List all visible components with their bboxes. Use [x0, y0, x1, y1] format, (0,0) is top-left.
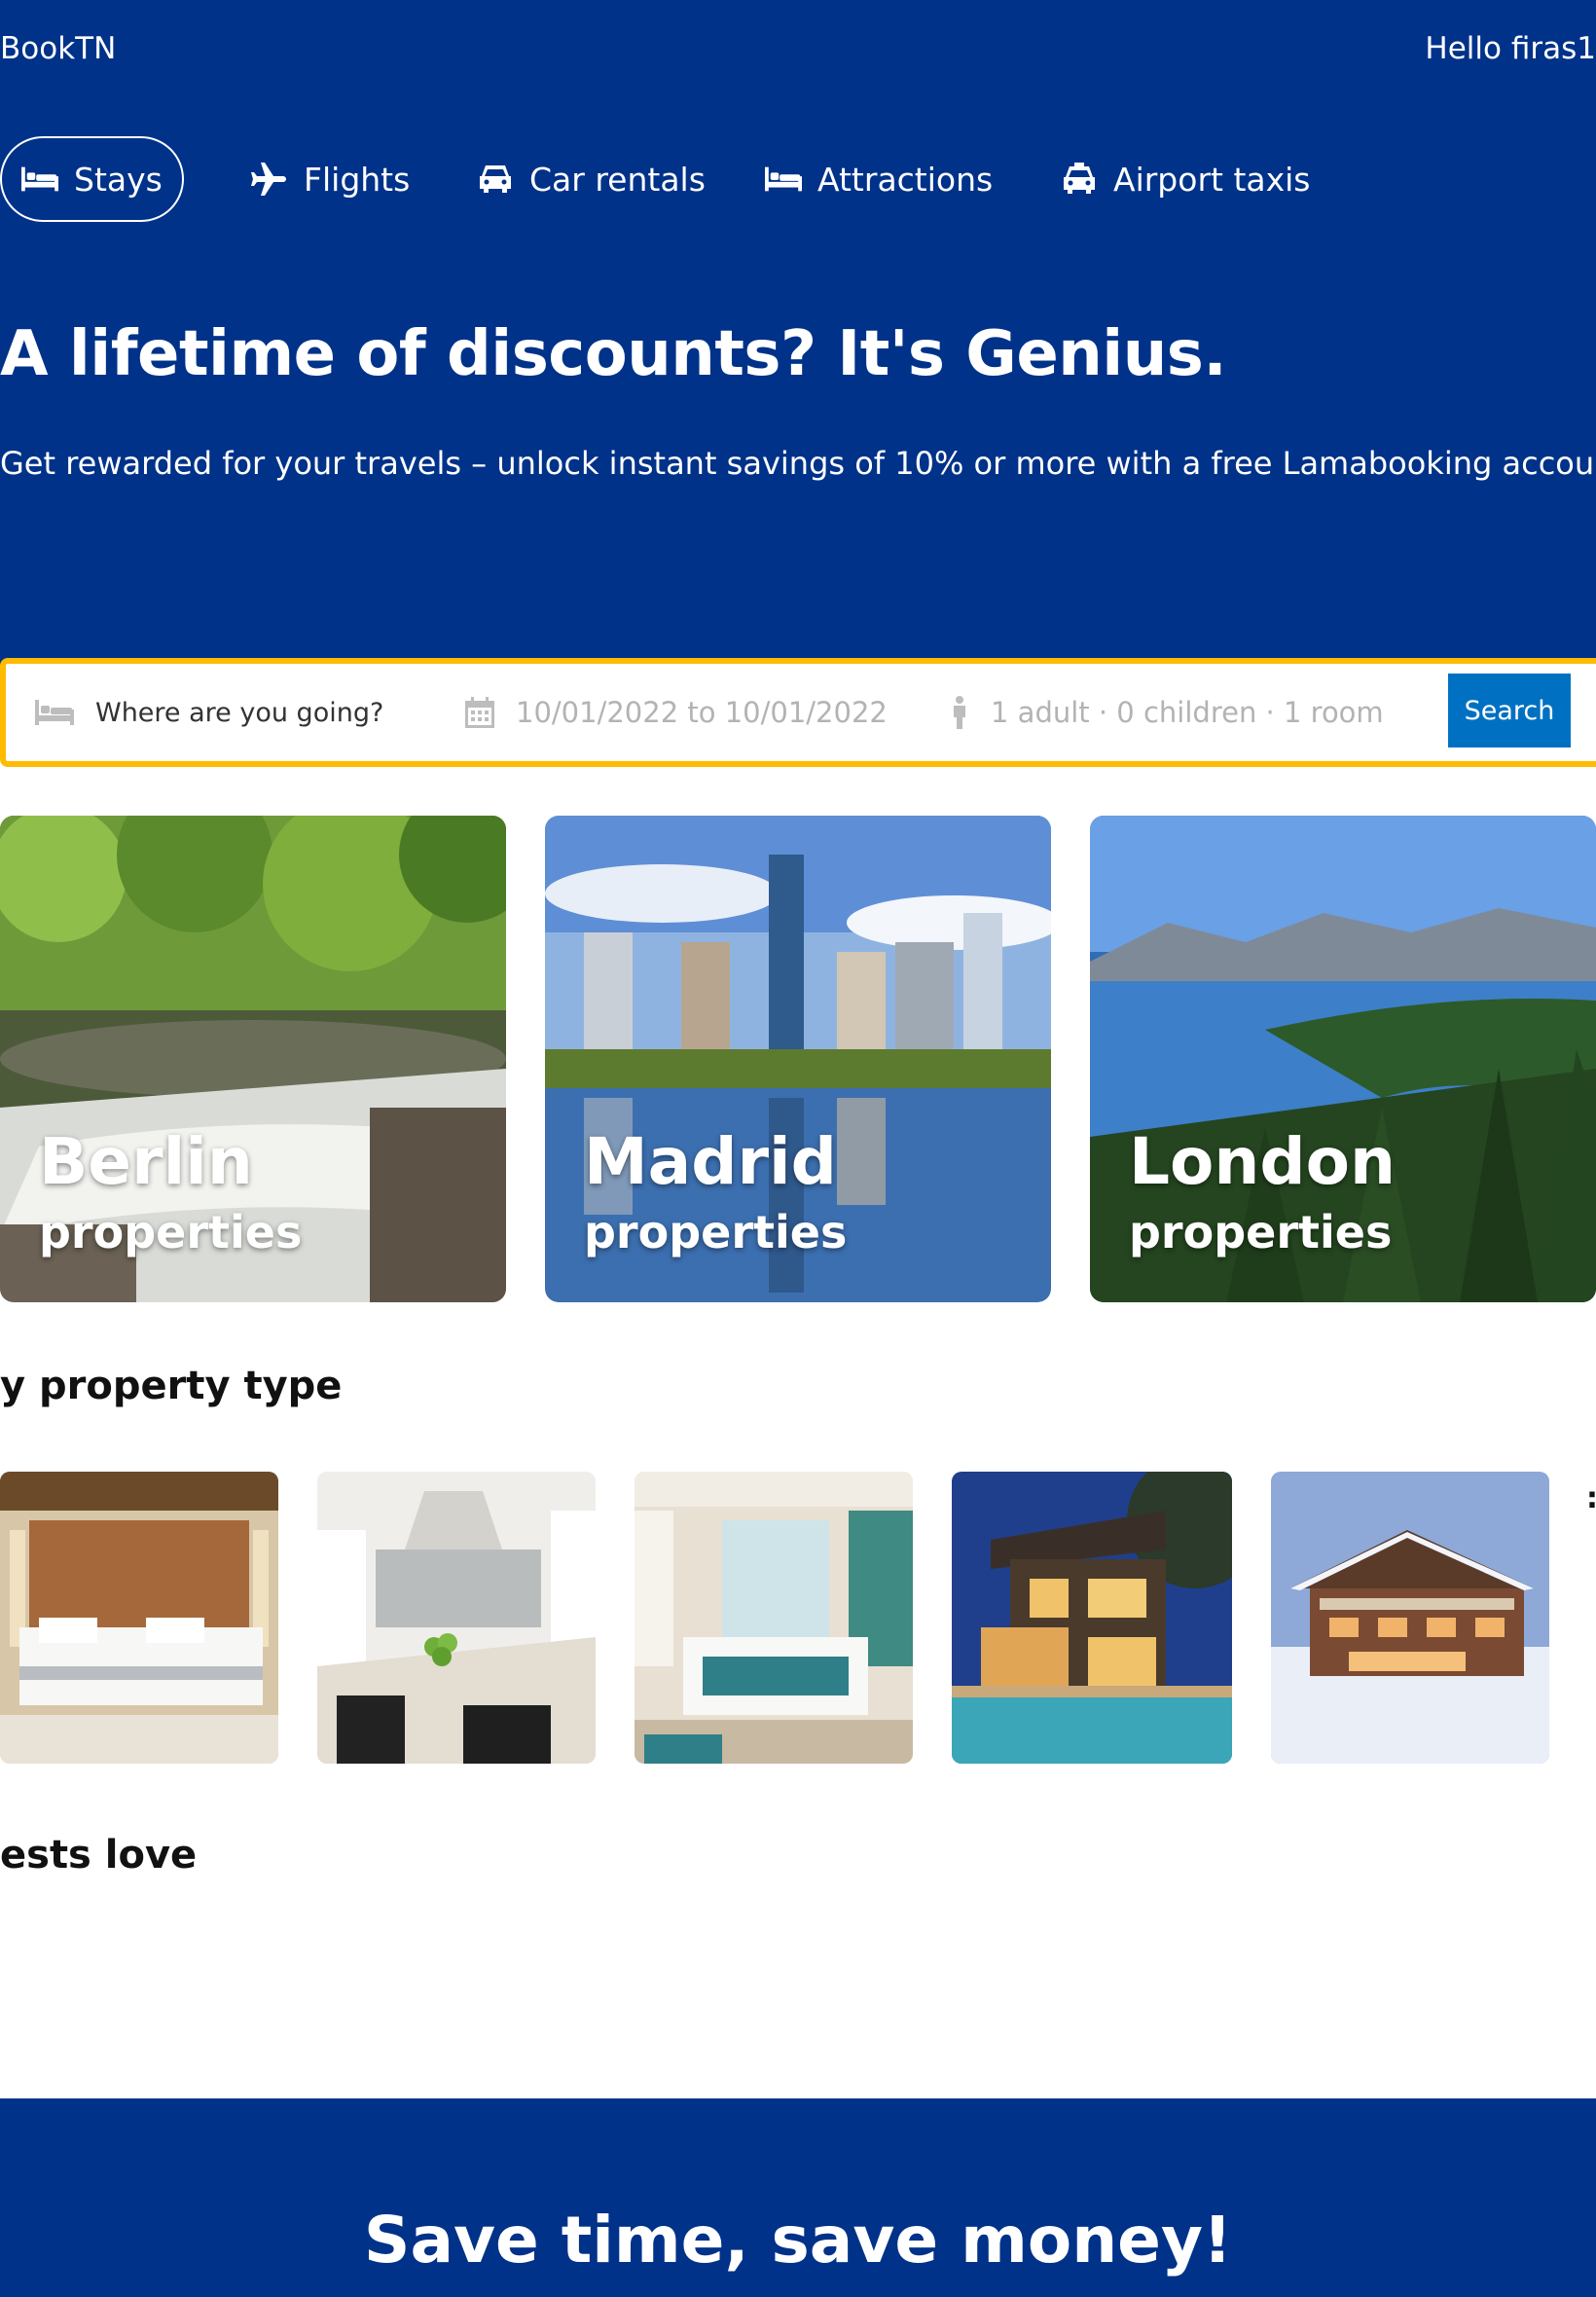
nav-label: Stays	[74, 160, 163, 199]
bed-icon	[35, 700, 74, 725]
city-subtitle: properties	[1129, 1206, 1393, 1258]
logo[interactable]: BookTN	[0, 29, 116, 68]
more-icon[interactable]: :	[1586, 1481, 1596, 1515]
property-type-card[interactable]	[952, 1472, 1232, 1764]
city-name: Berlin	[39, 1124, 253, 1199]
property-type-card[interactable]	[0, 1472, 278, 1764]
nav-item-stays[interactable]: Stays	[0, 136, 184, 222]
featured-card-berlin[interactable]: Berlin properties	[0, 816, 506, 1302]
plane-icon	[251, 161, 288, 198]
search-bar: Where are you going? 10/01/2022 to 10/01…	[0, 658, 1596, 767]
city-name: Madrid	[584, 1124, 837, 1199]
nav-label: Car rentals	[529, 160, 706, 199]
city-name: London	[1129, 1124, 1396, 1199]
guests-love-title: ests love	[0, 1833, 198, 1878]
nav-label: Attractions	[817, 160, 994, 199]
newsletter-title: Save time, save money!	[363, 2203, 1233, 2278]
property-type-card[interactable]	[1271, 1472, 1549, 1764]
nav-label: Airport taxis	[1113, 160, 1311, 199]
car-icon	[477, 161, 514, 198]
bed-icon	[21, 161, 58, 198]
city-subtitle: properties	[39, 1206, 303, 1258]
featured-card-madrid[interactable]: Madrid properties	[545, 816, 1051, 1302]
person-icon	[954, 696, 965, 729]
property-image	[635, 1472, 913, 1764]
guests-summary: 1 adult · 0 children · 1 room	[991, 696, 1384, 729]
nav-item-flights[interactable]: Flights	[251, 136, 410, 222]
property-image	[317, 1472, 596, 1764]
destination-field[interactable]: Where are you going?	[35, 664, 383, 761]
bed-icon	[765, 161, 802, 198]
property-type-card[interactable]	[635, 1472, 913, 1764]
header: BookTN Hello firas1 Stays Flights Car re…	[0, 0, 1596, 755]
property-type-title: y property type	[0, 1364, 343, 1408]
city-subtitle: properties	[584, 1206, 848, 1258]
search-button[interactable]: Search	[1448, 674, 1571, 747]
calendar-icon	[465, 697, 494, 728]
property-type-card[interactable]	[317, 1472, 596, 1764]
nav-bar: Stays Flights Car rentals Attractions Ai…	[0, 136, 1596, 222]
featured-card-london[interactable]: London properties	[1090, 816, 1596, 1302]
date-range: 10/01/2022 to 10/01/2022	[516, 696, 888, 729]
hero-subtitle: Get rewarded for your travels – unlock i…	[0, 445, 1596, 482]
nav-item-airport-taxis[interactable]: Airport taxis	[1061, 136, 1311, 222]
taxi-icon	[1061, 161, 1098, 198]
property-image	[952, 1472, 1232, 1764]
nav-item-car-rentals[interactable]: Car rentals	[477, 136, 706, 222]
hero-title: A lifetime of discounts? It's Genius.	[0, 318, 1227, 390]
date-field[interactable]: 10/01/2022 to 10/01/2022	[465, 664, 888, 761]
property-image	[1271, 1472, 1549, 1764]
nav-label: Flights	[304, 160, 411, 199]
user-greeting[interactable]: Hello firas1	[1425, 29, 1596, 68]
guests-field[interactable]: 1 adult · 0 children · 1 room	[950, 664, 1384, 761]
destination-placeholder: Where are you going?	[95, 697, 384, 728]
nav-item-attractions[interactable]: Attractions	[765, 136, 993, 222]
property-image	[0, 1472, 278, 1764]
